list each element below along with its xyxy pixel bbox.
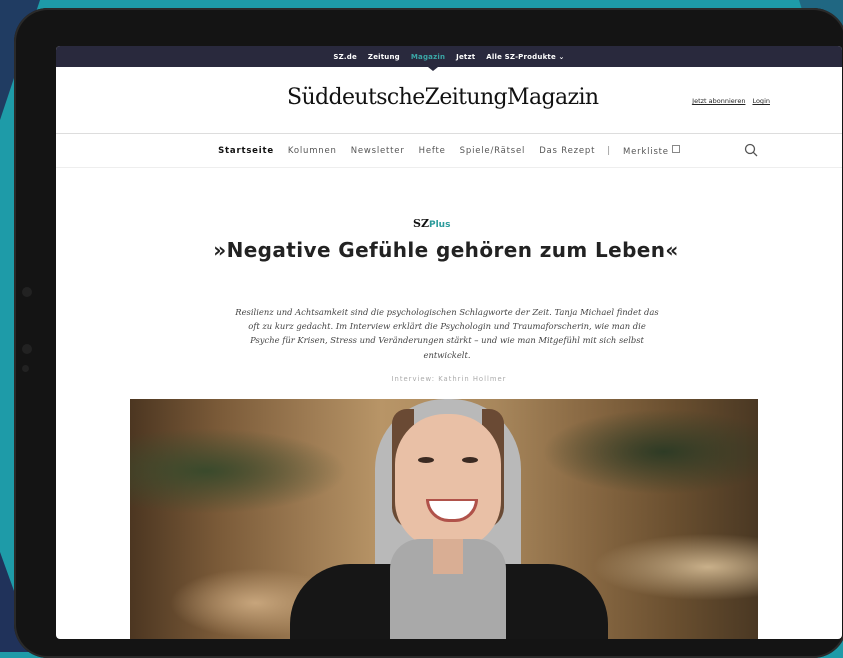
topbar-link-jetzt[interactable]: Jetzt [456,53,475,61]
photo-eye [418,457,434,463]
topbar-link-magazin[interactable]: Magazin [411,53,445,61]
subscribe-link[interactable]: Jetzt abonnieren [692,97,745,105]
account-links: Jetzt abonnieren Login [692,97,770,105]
tablet-frame: SZ.de Zeitung Magazin Jetzt Alle SZ-Prod… [14,8,843,658]
nav-separator: | [607,145,611,156]
nav-item-merkliste[interactable]: Merkliste [622,144,680,157]
camera-dot [22,344,32,354]
search-icon[interactable] [744,143,758,157]
nav-item-spiele-raetsel[interactable]: Spiele/Rätsel [460,146,526,156]
article-teaser: Resilienz und Achtsamkeit sind die psych… [235,307,659,360]
main-navigation: Startseite Kolumnen Newsletter Hefte Spi… [56,133,842,168]
photo-eye [462,457,478,463]
merkliste-label: Merkliste [622,146,669,157]
external-link-icon [671,144,680,153]
browser-screen: SZ.de Zeitung Magazin Jetzt Alle SZ-Prod… [56,46,842,639]
camera-dot [22,287,32,297]
photo-face [395,414,501,549]
nav-item-hefte[interactable]: Hefte [419,146,446,156]
plus-badge-text: Plus [428,220,451,230]
sz-badge-text: SZ [413,217,429,230]
article-headline: »Negative Gefühle gehören zum Leben« [213,238,679,262]
topbar-link-alle-produkte[interactable]: Alle SZ-Produkte ⌄ [486,53,564,61]
sz-plus-badge: SZPlus [413,217,450,230]
camera-dot [22,365,29,372]
nav-item-das-rezept[interactable]: Das Rezept [539,146,595,156]
nav-item-kolumnen[interactable]: Kolumnen [288,146,337,156]
topbar-link-sz[interactable]: SZ.de [333,53,357,61]
masthead: SüddeutscheZeitungMagazin Jetzt abonnier… [56,67,842,133]
nav-item-newsletter[interactable]: Newsletter [351,146,405,156]
topbar-link-zeitung[interactable]: Zeitung [368,53,400,61]
photo-neck [433,539,463,574]
nav-item-startseite[interactable]: Startseite [218,146,274,156]
site-logo[interactable]: SüddeutscheZeitungMagazin [287,85,599,110]
login-link[interactable]: Login [752,97,770,105]
article-byline: Interview: Kathrin Hollmer [391,375,507,383]
top-navigation-bar: SZ.de Zeitung Magazin Jetzt Alle SZ-Prod… [56,46,842,71]
article-hero-image [130,399,758,639]
